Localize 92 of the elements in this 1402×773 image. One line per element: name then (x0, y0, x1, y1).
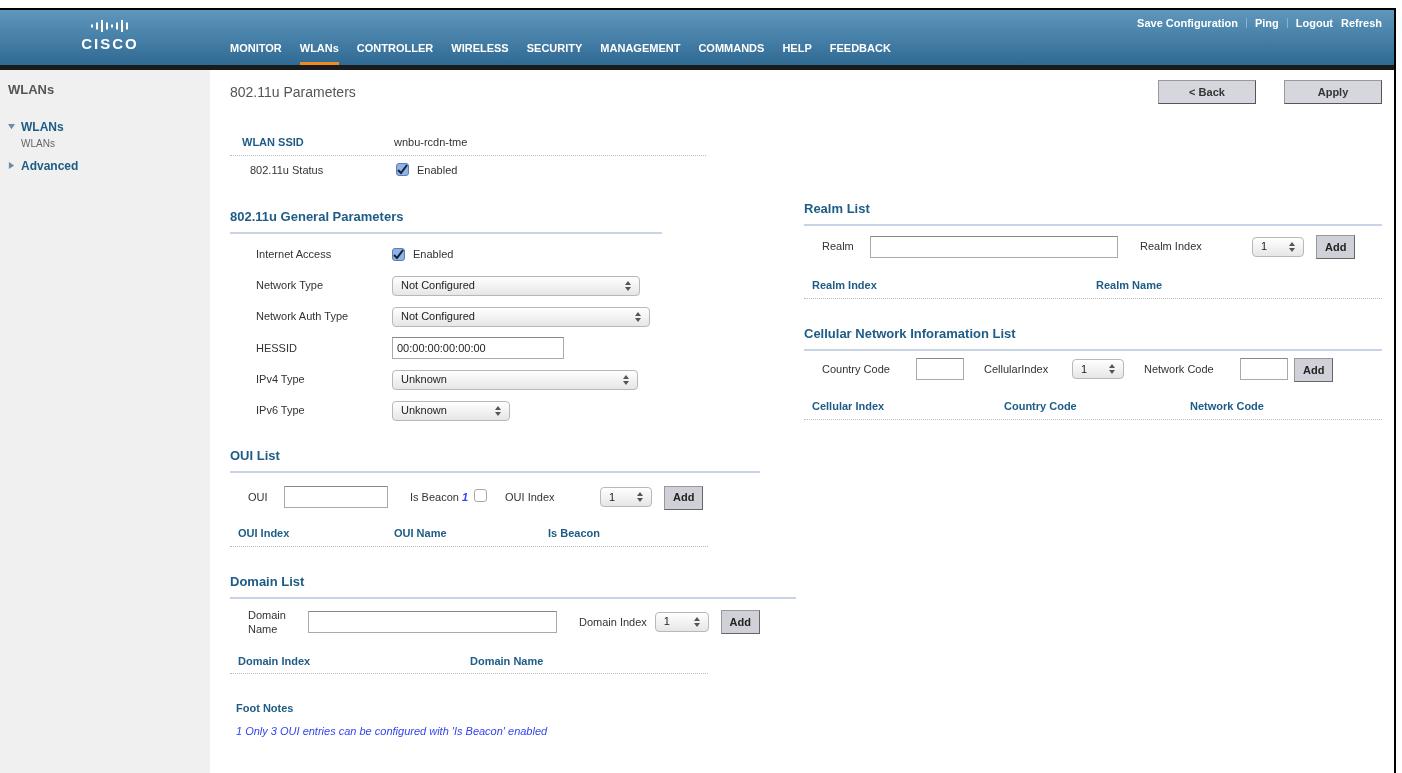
field-label: OUI Index (505, 489, 556, 505)
field-label: Realm Index (1140, 239, 1203, 255)
nav-tab[interactable]: WLANs (299, 39, 339, 65)
dropdown[interactable]: Unknown (392, 400, 510, 421)
dropdown[interactable]: 1 (1072, 359, 1124, 380)
section-title: Realm List (804, 201, 870, 216)
sidebar-subitem[interactable]: WLANs (8, 135, 202, 151)
sidebar-title: WLANs (8, 81, 56, 99)
section-title: 802.11u General Parameters (230, 209, 404, 224)
field-label: 802.11u Status (250, 162, 325, 178)
add-button[interactable]: Add (664, 485, 704, 510)
header-link[interactable]: Ping (1254, 14, 1279, 32)
dropdown[interactable]: 1 (600, 487, 653, 507)
nav-tab[interactable]: HELP (782, 39, 812, 65)
column-header: Country Code (1004, 399, 1078, 414)
page-title: 802.11u Parameters (230, 82, 356, 102)
input-field[interactable] (284, 486, 388, 508)
input-field[interactable] (870, 235, 1118, 258)
nav-tab[interactable]: CONTROLLER (356, 39, 434, 65)
dropdown[interactable]: Not Configured (392, 275, 640, 296)
add-button[interactable]: Add (720, 610, 760, 635)
column-header: Network Code (1190, 399, 1264, 414)
header-link[interactable]: Save Configuration (1137, 14, 1238, 32)
stepper-icon (1109, 364, 1115, 375)
header-link[interactable]: Logout (1295, 14, 1334, 32)
field-label: Domain Name (248, 607, 287, 636)
footnote-text: 1 Only 3 OUI entries can be configured with 'Is Beacon' enabled (236, 723, 549, 739)
field-value: wnbu-rcdn-tme (394, 135, 468, 150)
back-button[interactable]: < Back (1158, 80, 1256, 104)
nav-tab[interactable]: FEEDBACK (829, 39, 891, 65)
field-label: WLAN SSID (242, 135, 305, 150)
stepper-icon (637, 492, 644, 502)
column-header: Realm Index (812, 278, 878, 294)
checkbox[interactable] (396, 163, 409, 177)
header-link[interactable]: Refresh (1341, 14, 1382, 32)
nav-tab[interactable]: WIRELESS (451, 39, 509, 65)
checkbox-label: Enabled (413, 247, 454, 263)
field-label: IPv6 Type (256, 403, 306, 419)
field-label: CellularIndex (984, 362, 1050, 378)
nav-tab[interactable]: MONITOR (230, 39, 282, 65)
column-header: OUI Index (238, 526, 291, 541)
field-label: OUI (248, 489, 269, 505)
field-label: Network Code (1144, 362, 1215, 378)
column-header: Cellular Index (812, 399, 886, 414)
caret-right-icon[interactable] (8, 162, 15, 169)
column-header: OUI Name (394, 526, 448, 541)
input-field[interactable] (307, 610, 557, 633)
checkbox[interactable] (474, 489, 488, 502)
field-label: Internet Access (256, 247, 333, 263)
dropdown[interactable]: 1 (654, 611, 709, 632)
stepper-icon (625, 280, 631, 291)
stepper-icon (635, 311, 641, 322)
stepper-icon (1289, 241, 1295, 252)
input-field[interactable] (1240, 358, 1288, 381)
section-title: Cellular Network Inforamation List (804, 325, 1016, 341)
column-header: Domain Index (238, 653, 312, 669)
field-label: Is Beacon (410, 489, 459, 505)
field-label: IPv4 Type (256, 372, 306, 388)
field-label: HESSID (256, 340, 298, 356)
column-header: Is Beacon (548, 526, 600, 541)
dropdown[interactable]: 1 (1252, 236, 1304, 257)
add-button[interactable]: Add (1316, 235, 1356, 260)
field-label: Network Type (256, 278, 325, 294)
column-header: Realm Name (1096, 278, 1163, 294)
add-button[interactable]: Add (1294, 358, 1334, 382)
input-field[interactable] (916, 358, 964, 381)
dropdown[interactable]: Not Configured (392, 306, 650, 327)
section-title: OUI List (230, 448, 280, 463)
field-label: Domain Index (579, 614, 648, 629)
caret-down-icon[interactable] (8, 123, 15, 130)
footnote-link[interactable]: 1 (461, 489, 469, 506)
dropdown[interactable]: Unknown (392, 369, 638, 390)
sidebar-item[interactable]: WLANs (21, 117, 64, 136)
checkbox[interactable] (392, 248, 405, 261)
apply-button[interactable]: Apply (1284, 80, 1382, 104)
sidebar-item[interactable]: Advanced (21, 156, 79, 175)
field-label: Realm (822, 239, 855, 255)
field-label: Country Code (822, 362, 891, 378)
stepper-icon (693, 616, 700, 627)
field-label: Network Auth Type (256, 309, 350, 325)
input-field[interactable]: 00:00:00:00:00:00 (392, 337, 564, 359)
nav-tab[interactable]: COMMANDS (698, 39, 765, 65)
logo-icon (90, 19, 130, 34)
stepper-icon (623, 374, 629, 385)
logo-text: CISCO (81, 34, 139, 55)
stepper-icon (495, 405, 501, 416)
footnotes-title: Foot Notes (236, 701, 295, 716)
section-title: Domain List (230, 573, 305, 589)
nav-tab[interactable]: MANAGEMENT (600, 39, 681, 65)
nav-tab[interactable]: SECURITY (526, 39, 583, 65)
checkbox-label: Enabled (417, 162, 458, 178)
column-header: Domain Name (470, 653, 544, 669)
